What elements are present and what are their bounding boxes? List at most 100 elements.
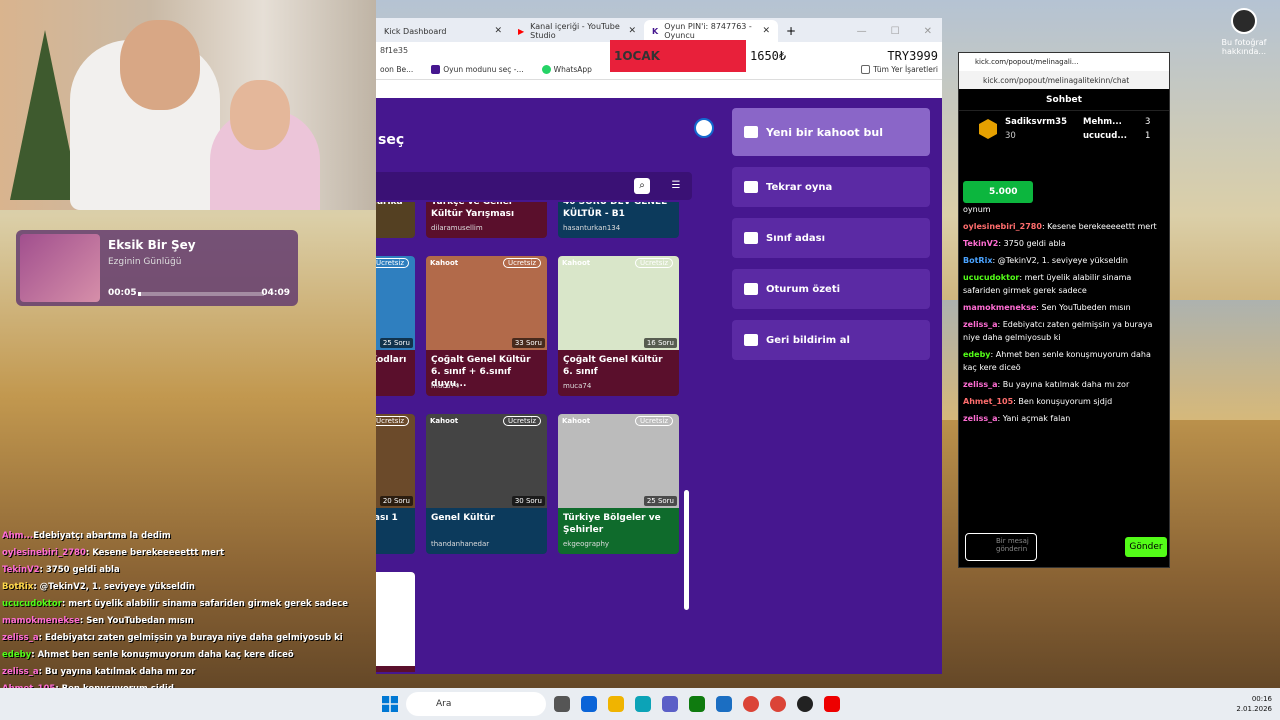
chat-username[interactable]: zeliss_a bbox=[963, 414, 998, 423]
scrollbar[interactable] bbox=[682, 200, 690, 660]
card-author: hasanturkan134 bbox=[563, 224, 621, 232]
button-label: Tekrar oyna bbox=[766, 181, 833, 193]
play-again-button[interactable]: Tekrar oyna bbox=[732, 167, 930, 207]
edge-icon[interactable] bbox=[635, 696, 651, 712]
kahoot-card[interactable]: KahootÜcretsiz20 SoruDünya Coğrafyası 1M… bbox=[376, 414, 415, 554]
desktop-shortcut-label: Bu fotoğraf hakkında... bbox=[1221, 38, 1267, 56]
chrome-icon[interactable] bbox=[743, 696, 759, 712]
free-badge: Ücretsiz bbox=[634, 258, 673, 268]
find-kahoot-button[interactable]: Yeni bir kahoot bul bbox=[732, 108, 930, 156]
chat-username[interactable]: zeliss_a bbox=[963, 320, 998, 329]
webcam-overlay bbox=[0, 0, 376, 210]
kahoot-card[interactable]: Kahoot bbox=[376, 572, 415, 672]
chat-text: oynum bbox=[963, 205, 991, 214]
tab-kahoot[interactable]: K Oyun PIN'i: 8747763 - Oyuncu ✕ bbox=[644, 20, 778, 42]
card-thumbnail bbox=[376, 572, 415, 666]
chat-username[interactable]: ucucudoktor bbox=[963, 273, 1019, 282]
card-title: Türkçe ve Genel Kültür Yarışması bbox=[431, 202, 515, 219]
chat-username[interactable]: edeby bbox=[963, 350, 991, 359]
obs-icon[interactable] bbox=[797, 696, 813, 712]
chat-username: oylesinebiri_2780 bbox=[2, 548, 86, 558]
kahoot-card[interactable]: Türkçe ve Genel Kültür Yarışması dilaramu… bbox=[426, 202, 547, 238]
kahoot-card[interactable]: Kahoot Ücretsiz 16 Soru Çoğalt Genel Kültür… bbox=[558, 256, 679, 396]
class-island-button[interactable]: Sınıf adası bbox=[732, 218, 930, 258]
address-bar[interactable]: kick.com/popout/melinagalitekinn/chat bbox=[959, 71, 1169, 89]
task-view-icon[interactable] bbox=[554, 696, 570, 712]
card-thumbnail bbox=[426, 414, 547, 508]
card-author: thandanhanedar bbox=[431, 540, 490, 548]
teams-icon[interactable] bbox=[662, 696, 678, 712]
kahoot-card[interactable]: Genel Kültür: Harika BilgilerKStudio_Tur… bbox=[376, 202, 415, 238]
chat-message: oynum bbox=[963, 203, 1163, 216]
tab-kick-dashboard[interactable]: Kick Dashboard ✕ bbox=[376, 20, 510, 42]
user-avatar-icon[interactable] bbox=[694, 118, 714, 138]
chat-username: Ahm... bbox=[2, 531, 34, 541]
desktop-shortcut[interactable]: Bu fotoğraf hakkında... bbox=[1214, 8, 1274, 56]
chat-text: : Kesene berekeeeeettt mert bbox=[1041, 222, 1157, 231]
chat-username: zeliss_a bbox=[2, 633, 39, 643]
close-window-icon[interactable]: ✕ bbox=[924, 26, 932, 37]
close-icon[interactable]: ✕ bbox=[494, 26, 502, 36]
explorer-icon[interactable] bbox=[608, 696, 624, 712]
send-button[interactable]: Gönder bbox=[1125, 537, 1167, 557]
chat-messages: oynum oylesinebiri_2780: Kesene berekeeee… bbox=[963, 203, 1163, 429]
free-badge: Ücretsiz bbox=[634, 416, 673, 426]
chat-message: TekinV2: 3750 geldi abla bbox=[963, 237, 1163, 250]
card-title: Dünya Coğrafyası 1 bbox=[376, 513, 398, 523]
album-art bbox=[20, 234, 100, 302]
clock-time: 00:16 bbox=[1251, 695, 1272, 703]
chat-username[interactable]: TekinV2 bbox=[963, 239, 998, 248]
free-badge: Ücretsiz bbox=[376, 258, 409, 268]
filter-icon[interactable]: ☰ bbox=[668, 178, 684, 194]
mail-icon[interactable] bbox=[716, 696, 732, 712]
search-bar[interactable]: ⌕ ☰ bbox=[376, 172, 692, 200]
replay-icon bbox=[744, 181, 758, 193]
chat-text: : @TekinV2, 1. seviyeye yükseldin bbox=[992, 256, 1128, 265]
new-tab-button[interactable]: + bbox=[778, 20, 804, 42]
question-count: 25 Soru bbox=[643, 496, 677, 506]
store-icon[interactable] bbox=[581, 696, 597, 712]
bookmark-item[interactable]: Oyun modunu seç -... bbox=[431, 65, 524, 74]
close-icon[interactable]: ✕ bbox=[762, 26, 770, 36]
session-summary-button[interactable]: Oturum özeti bbox=[732, 269, 930, 309]
search-icon[interactable]: ⌕ bbox=[634, 178, 650, 194]
kahoot-card[interactable]: Kahoot Ücretsiz 33 Soru Çoğalt Genel Kültür… bbox=[426, 256, 547, 396]
ticker-label: 1OCAK bbox=[610, 40, 746, 72]
chat-username: TekinV2 bbox=[2, 565, 40, 575]
goal-badge[interactable]: 5.000 bbox=[963, 181, 1033, 203]
chat-message: zeliss_a: Yani açmak falan bbox=[963, 412, 1163, 425]
bookmark-item[interactable]: oon Be... bbox=[380, 65, 413, 74]
chat-text: : Sen YouTubeden mısın bbox=[1036, 303, 1131, 312]
maximize-icon[interactable]: ☐ bbox=[891, 26, 900, 37]
excel-icon[interactable] bbox=[689, 696, 705, 712]
chat-username[interactable]: oylesinebiri_2780 bbox=[963, 222, 1042, 231]
kahoot-card[interactable]: Kahoot Ücretsiz 30 Soru Genel Kültür thandan… bbox=[426, 414, 547, 554]
chat-username[interactable]: mamokmenekse bbox=[963, 303, 1036, 312]
button-label: Yeni bir kahoot bul bbox=[766, 125, 883, 139]
chat-input[interactable]: Bir mesaj gönderin bbox=[965, 533, 1037, 561]
scrollbar-thumb[interactable] bbox=[684, 490, 689, 610]
windows-start-icon[interactable] bbox=[382, 696, 398, 712]
chrome-profile-icon[interactable] bbox=[770, 696, 786, 712]
feedback-button[interactable]: Geri bildirim al bbox=[732, 320, 930, 360]
kahoot-card[interactable]: 40 SORU DEV GENEL KÜLTÜR - B1 hasanturkan… bbox=[558, 202, 679, 238]
taskbar-search[interactable]: Ara bbox=[406, 692, 546, 716]
bookmark-item[interactable]: WhatsApp bbox=[541, 65, 592, 74]
chat-row: edeby: Ahmet ben senle konuşmuyorum daha… bbox=[2, 647, 376, 664]
kahoot-card[interactable]: Kahoot Ücretsiz 25 Soru Türkiye Bölgeler ve… bbox=[558, 414, 679, 554]
system-clock[interactable]: 00:16 2.01.2026 bbox=[1236, 694, 1272, 714]
kahoot-grid: genel kültür 1Genel Kültür 😊Genel Kültür… bbox=[376, 202, 692, 672]
gifter-count: 1 bbox=[1145, 131, 1151, 141]
chat-username[interactable]: Ahmet_105 bbox=[963, 397, 1013, 406]
kahoot-badge: Kahoot bbox=[430, 417, 459, 425]
tab-youtube-studio[interactable]: ▶ Kanal içeriği - YouTube Studio ✕ bbox=[510, 20, 644, 42]
chat-username[interactable]: BotRix bbox=[963, 256, 992, 265]
kahoot-card[interactable]: KahootÜcretsiz25 SoruTürkiye Plaka Kodla… bbox=[376, 256, 415, 396]
photo-info-icon bbox=[1231, 8, 1257, 34]
window-title: kick.com/popout/melinagali... bbox=[959, 53, 1169, 71]
youtube-icon[interactable] bbox=[824, 696, 840, 712]
minimize-icon[interactable]: — bbox=[857, 26, 867, 37]
chat-text: : 3750 geldi abla bbox=[998, 239, 1066, 248]
chat-username[interactable]: zeliss_a bbox=[963, 380, 998, 389]
close-icon[interactable]: ✕ bbox=[628, 26, 636, 36]
